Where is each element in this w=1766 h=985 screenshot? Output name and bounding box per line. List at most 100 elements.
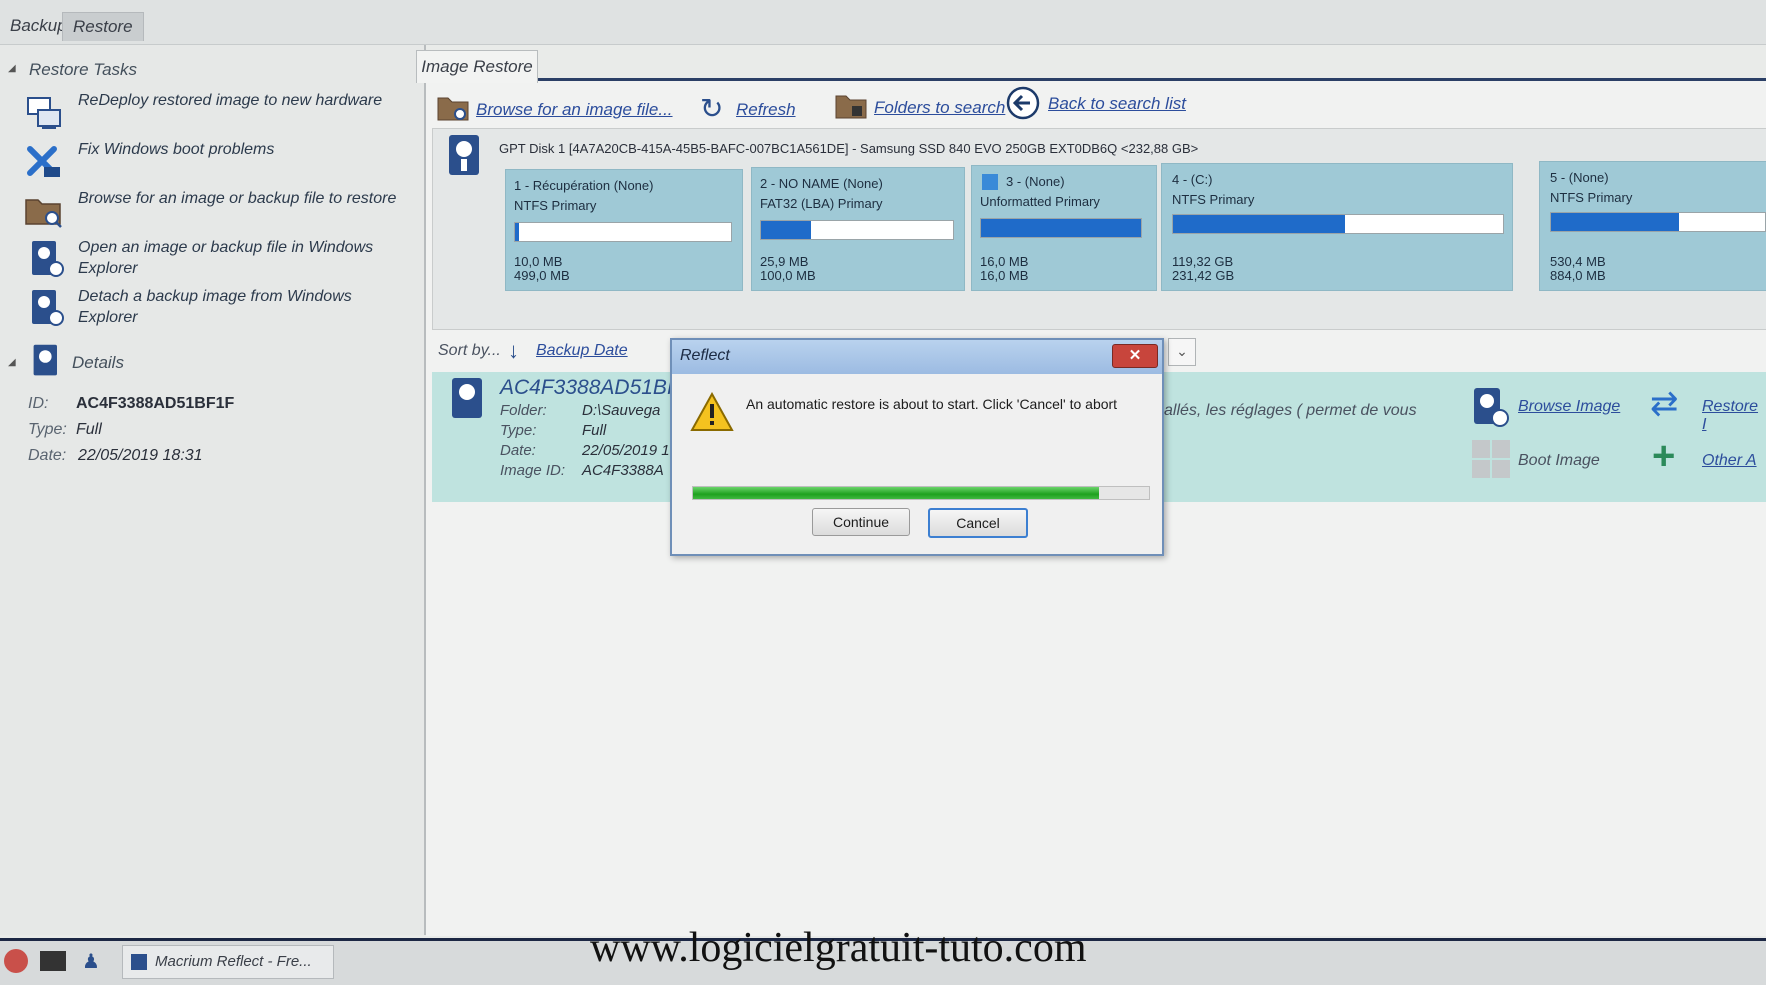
- partition-usage-bar: [514, 222, 732, 242]
- sort-backup-date-link[interactable]: Backup Date: [536, 342, 628, 360]
- partition-fs: FAT32 (LBA) Primary: [760, 196, 883, 211]
- detach-image-icon: [32, 290, 64, 326]
- sort-label: Sort by...: [438, 342, 501, 359]
- partition-fs: NTFS Primary: [514, 198, 597, 213]
- folders-to-search-button[interactable]: Folders to search: [834, 88, 1005, 126]
- partition-5[interactable]: 5 - (None) NTFS Primary 530,4 MB 884,0 M…: [1539, 161, 1766, 291]
- boot-image-windows-icon: [1472, 440, 1512, 480]
- reflect-dialog: Reflect ✕ An automatic restore is about …: [670, 338, 1164, 556]
- date-label: Date:: [500, 442, 536, 459]
- refresh-link[interactable]: Refresh: [736, 100, 796, 120]
- browse-image-link[interactable]: Browse Image: [1518, 398, 1620, 416]
- chevron-down-icon[interactable]: ⌄: [1168, 338, 1196, 366]
- disk-map: GPT Disk 1 [4A7A20CB-415A-45B5-BAFC-007B…: [432, 128, 1766, 330]
- restore-tasks-panel: ◢ Restore Tasks ReDeploy restored image …: [0, 45, 426, 935]
- terminal-icon[interactable]: [40, 951, 66, 971]
- task-browse[interactable]: Browse for an image or backup file to re…: [24, 188, 414, 232]
- folders-icon: [835, 95, 867, 119]
- partition-usage-bar: [980, 218, 1142, 238]
- partition-name: 5 - (None): [1550, 170, 1609, 185]
- partition-2[interactable]: 2 - NO NAME (None) FAT32 (LBA) Primary 2…: [751, 167, 965, 291]
- refresh-button[interactable]: ↻ Refresh: [700, 90, 800, 128]
- partition-name: 3 - (None): [1006, 174, 1065, 189]
- partition-1[interactable]: 1 - Récupération (None) NTFS Primary 10,…: [505, 169, 743, 291]
- progress-bar: [692, 486, 1150, 500]
- other-actions-link[interactable]: Other A: [1702, 452, 1757, 470]
- collapse-arrow-icon[interactable]: ◢: [8, 357, 16, 368]
- back-arrow-icon: [1006, 86, 1040, 120]
- continue-button[interactable]: Continue: [812, 508, 910, 536]
- partition-total: 231,42 GB: [1172, 268, 1235, 283]
- tab-underline: [426, 78, 1766, 81]
- partition-used: 16,0 MB: [980, 254, 1029, 269]
- sort-down-arrow-icon[interactable]: ↓: [508, 338, 519, 364]
- disk-header: GPT Disk 1 [4A7A20CB-415A-45B5-BAFC-007B…: [499, 141, 1199, 156]
- partition-total: 884,0 MB: [1550, 268, 1606, 283]
- partition-used: 530,4 MB: [1550, 254, 1606, 269]
- partition-usage-bar: [1550, 212, 1766, 232]
- details-disk-icon: [33, 344, 57, 376]
- refresh-icon: ↻: [700, 93, 724, 124]
- task-open-image[interactable]: Open an image or backup file in Windows …: [24, 237, 414, 281]
- usage-fill: [1551, 213, 1680, 231]
- details-title: Details: [72, 353, 124, 372]
- fix-boot-icon: [27, 146, 60, 177]
- restore-link[interactable]: Restore I: [1702, 398, 1766, 434]
- type-value: Full: [582, 422, 607, 439]
- date-value: 22/05/2019 1: [582, 442, 670, 459]
- cancel-button[interactable]: Cancel: [928, 508, 1028, 538]
- partition-used: 10,0 MB: [514, 254, 563, 269]
- partition-usage-bar: [760, 220, 954, 240]
- image-id-title: AC4F3388AD51BI: [500, 376, 673, 399]
- task-redeploy[interactable]: ReDeploy restored image to new hardware: [24, 90, 414, 134]
- partition-total: 16,0 MB: [980, 268, 1029, 283]
- power-icon[interactable]: [4, 949, 28, 973]
- boot-image-label[interactable]: Boot Image: [1518, 452, 1600, 470]
- taskbar-app-label: Macrium Reflect - Fre...: [155, 953, 312, 970]
- sort-row: Sort by... ↓ Backup Date: [438, 338, 698, 366]
- network-icon[interactable]: ♟: [82, 949, 100, 974]
- usage-fill: [981, 219, 1141, 237]
- image-file-icon: [452, 378, 482, 418]
- detail-date-label: Date:: [28, 447, 67, 464]
- restore-tasks-title: Restore Tasks: [29, 60, 138, 79]
- taskbar-app-button[interactable]: Macrium Reflect - Fre...: [122, 945, 334, 979]
- partition-fs: NTFS Primary: [1172, 192, 1255, 207]
- task-label: Browse for an image or backup file to re…: [78, 190, 397, 207]
- usage-fill: [1173, 215, 1345, 233]
- partition-4[interactable]: 4 - (C:) NTFS Primary 119,32 GB 231,42 G…: [1161, 163, 1513, 291]
- task-fix-boot[interactable]: Fix Windows boot problems: [24, 139, 414, 183]
- back-to-search-link[interactable]: Back to search list: [1048, 94, 1186, 114]
- disk-icon: [449, 135, 479, 175]
- partition-name: 1 - Récupération (None): [514, 178, 654, 193]
- browse-image-file-button[interactable]: Browse for an image file...: [436, 90, 673, 128]
- dialog-titlebar[interactable]: [672, 340, 1162, 374]
- dialog-message: An automatic restore is about to start. …: [746, 396, 1118, 412]
- tab-image-restore[interactable]: Image Restore: [416, 50, 538, 83]
- close-icon[interactable]: ✕: [1112, 344, 1158, 368]
- detail-date-value: 22/05/2019 18:31: [78, 447, 203, 464]
- folder-label: Folder:: [500, 402, 547, 419]
- open-image-icon: [32, 241, 64, 277]
- browse-image-icon: [1474, 388, 1509, 427]
- imageid-label: Image ID:: [500, 462, 566, 479]
- folders-to-search-link[interactable]: Folders to search: [874, 98, 1005, 118]
- folder-value: D:\Sauvega: [582, 402, 661, 419]
- partition-usage-bar: [1172, 214, 1504, 234]
- task-label: Detach a backup image from Windows Explo…: [78, 288, 352, 326]
- restore-arrows-icon: ⇄: [1650, 385, 1679, 423]
- browse-folder-icon: [437, 97, 469, 121]
- usage-fill: [515, 223, 520, 241]
- tab-restore[interactable]: Restore: [62, 12, 144, 41]
- partition-name: 2 - NO NAME (None): [760, 176, 883, 191]
- browse-image-file-link[interactable]: Browse for an image file...: [476, 100, 673, 120]
- windows-logo-icon: [982, 174, 998, 190]
- task-label: Fix Windows boot problems: [78, 141, 275, 158]
- collapse-arrow-icon[interactable]: ◢: [8, 63, 16, 74]
- detail-id-label: ID:: [28, 395, 49, 412]
- partition-name: 4 - (C:): [1172, 172, 1213, 187]
- partition-3[interactable]: 3 - (None) Unformatted Primary 16,0 MB 1…: [971, 165, 1157, 291]
- task-detach-image[interactable]: Detach a backup image from Windows Explo…: [24, 286, 414, 330]
- partition-used: 119,32 GB: [1172, 254, 1234, 269]
- back-to-search-button[interactable]: Back to search list: [1006, 86, 1206, 124]
